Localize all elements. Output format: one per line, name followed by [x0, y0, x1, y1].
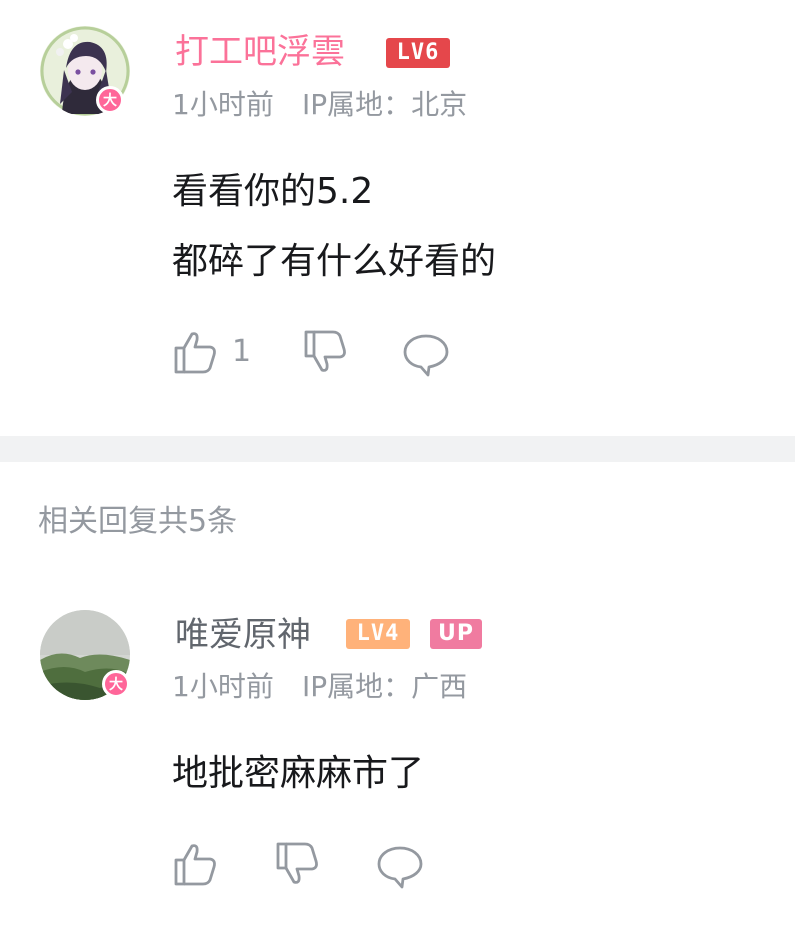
- comment-content-line-2: 都碎了有什么好看的: [172, 241, 497, 282]
- reply-ip-location: IP属地：广西: [302, 670, 468, 703]
- reply-content: 地批密麻麻市了: [172, 753, 425, 794]
- thumbs-up-icon[interactable]: [172, 840, 220, 888]
- vip-badge: 大: [102, 670, 130, 698]
- comment-avatar[interactable]: 大: [40, 26, 130, 116]
- reply-username[interactable]: 唯爱原神: [175, 615, 311, 655]
- reply-avatar[interactable]: 大: [40, 610, 130, 700]
- level-badge: LV4: [346, 619, 410, 649]
- thumbs-down-icon[interactable]: [302, 328, 350, 376]
- comment-time: 1小时前: [172, 88, 274, 121]
- thumbs-down-icon[interactable]: [274, 840, 322, 888]
- replies-count-header: 相关回复共5条: [38, 504, 238, 539]
- comment-username[interactable]: 打工吧浮雲: [175, 32, 345, 72]
- comment-ip-location: IP属地：北京: [302, 88, 468, 121]
- up-badge: UP: [430, 619, 482, 649]
- vip-badge: 大: [96, 86, 124, 114]
- comment-content-line-1: 看看你的5.2: [172, 171, 374, 212]
- like-count: 1: [232, 334, 252, 369]
- level-badge: LV6: [386, 38, 450, 68]
- section-divider: [0, 436, 795, 462]
- speech-bubble-icon[interactable]: [376, 842, 424, 890]
- reply-time: 1小时前: [172, 670, 274, 703]
- thumbs-up-icon[interactable]: [172, 328, 220, 376]
- speech-bubble-icon[interactable]: [402, 330, 450, 378]
